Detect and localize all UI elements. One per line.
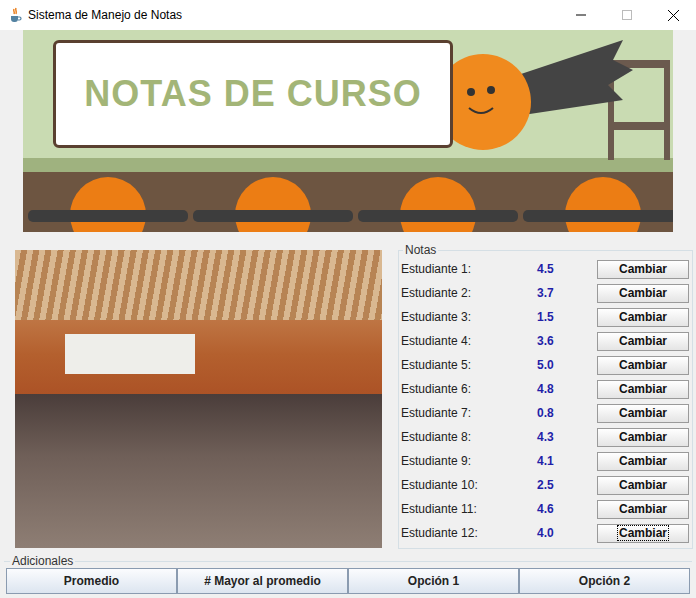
student-label: Estudiante 12: (401, 526, 537, 540)
maximize-icon (622, 10, 632, 20)
student-row: Estudiante 8:4.3Cambiar (399, 425, 692, 449)
minimize-button[interactable] (558, 0, 604, 30)
grades-panel-title: Notas (403, 243, 438, 257)
close-button[interactable] (650, 0, 696, 30)
change-button[interactable]: Cambiar (597, 260, 689, 279)
banner-board: NOTAS DE CURSO (53, 40, 453, 148)
student-row: Estudiante 11:4.6Cambiar (399, 497, 692, 521)
minimize-icon (576, 10, 586, 20)
student-label: Estudiante 8: (401, 430, 537, 444)
change-button[interactable]: Cambiar (597, 284, 689, 303)
banner: NOTAS DE CURSO (23, 30, 673, 232)
title-bar: Sistema de Manejo de Notas (0, 0, 696, 30)
student-grade: 4.5 (537, 262, 597, 276)
student-label: Estudiante 5: (401, 358, 537, 372)
change-button[interactable]: Cambiar (597, 380, 689, 399)
java-cup-icon (7, 7, 23, 23)
student-row: Estudiante 4:3.6Cambiar (399, 329, 692, 353)
change-button[interactable]: Cambiar (597, 404, 689, 423)
student-row: Estudiante 5:5.0Cambiar (399, 353, 692, 377)
student-grade: 3.7 (537, 286, 597, 300)
student-label: Estudiante 3: (401, 310, 537, 324)
student-row: Estudiante 1:4.5Cambiar (399, 257, 692, 281)
student-row: Estudiante 7:0.8Cambiar (399, 401, 692, 425)
grades-panel: NotasEstudiante 1:4.5CambiarEstudiante 2… (398, 243, 693, 549)
student-label: Estudiante 1: (401, 262, 537, 276)
close-icon (668, 10, 679, 21)
extra-button[interactable]: Promedio (6, 568, 177, 594)
student-row: Estudiante 6:4.8Cambiar (399, 377, 692, 401)
student-grade: 0.8 (537, 406, 597, 420)
change-button[interactable]: Cambiar (597, 332, 689, 351)
student-grade: 5.0 (537, 358, 597, 372)
extra-button[interactable]: # Mayor al promedio (177, 568, 348, 594)
student-grade: 4.1 (537, 454, 597, 468)
change-button[interactable]: Cambiar (597, 524, 689, 543)
window-title: Sistema de Manejo de Notas (28, 8, 182, 22)
change-button[interactable]: Cambiar (597, 428, 689, 447)
student-row: Estudiante 3:1.5Cambiar (399, 305, 692, 329)
extras-panel-title: Adicionales (10, 554, 75, 568)
student-label: Estudiante 2: (401, 286, 537, 300)
student-grade: 4.8 (537, 382, 597, 396)
classroom-photo (15, 250, 382, 548)
student-label: Estudiante 4: (401, 334, 537, 348)
extra-button[interactable]: Opción 1 (348, 568, 519, 594)
change-button[interactable]: Cambiar (597, 356, 689, 375)
student-row: Estudiante 12:4.0Cambiar (399, 521, 692, 545)
change-button[interactable]: Cambiar (597, 452, 689, 471)
app-window: Sistema de Manejo de Notas NOTAS DE CURSO… (0, 0, 696, 598)
student-grade: 4.6 (537, 502, 597, 516)
student-label: Estudiante 7: (401, 406, 537, 420)
student-label: Estudiante 9: (401, 454, 537, 468)
student-grade: 4.0 (537, 526, 597, 540)
extras-panel: AdicionalesPromedio# Mayor al promedioOp… (4, 554, 692, 598)
student-label: Estudiante 11: (401, 502, 537, 516)
student-row: Estudiante 10:2.5Cambiar (399, 473, 692, 497)
extra-button[interactable]: Opción 2 (519, 568, 690, 594)
student-grade: 3.6 (537, 334, 597, 348)
change-button[interactable]: Cambiar (597, 476, 689, 495)
maximize-button[interactable] (604, 0, 650, 30)
banner-title: NOTAS DE CURSO (84, 73, 421, 115)
student-label: Estudiante 10: (401, 478, 537, 492)
student-row: Estudiante 2:3.7Cambiar (399, 281, 692, 305)
student-row: Estudiante 9:4.1Cambiar (399, 449, 692, 473)
change-button[interactable]: Cambiar (597, 500, 689, 519)
change-button[interactable]: Cambiar (597, 308, 689, 327)
student-grade: 1.5 (537, 310, 597, 324)
student-grade: 2.5 (537, 478, 597, 492)
student-grade: 4.3 (537, 430, 597, 444)
student-label: Estudiante 6: (401, 382, 537, 396)
